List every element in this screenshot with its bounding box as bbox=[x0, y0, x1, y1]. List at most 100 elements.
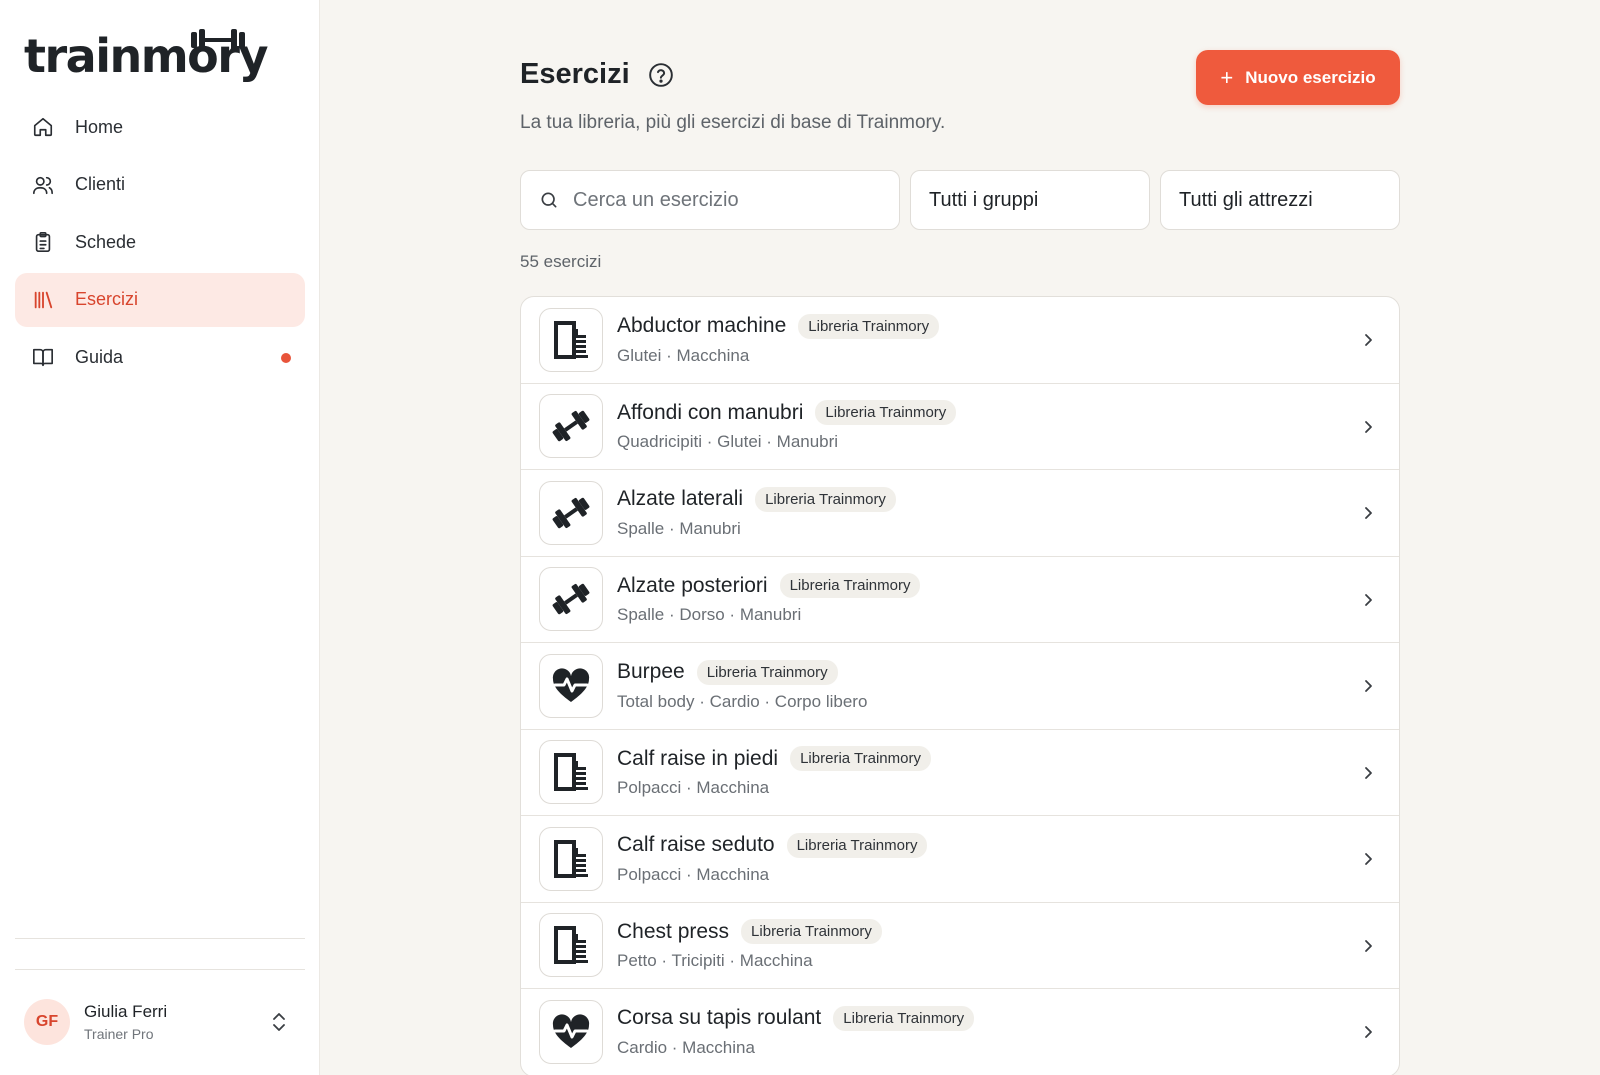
new-exercise-button[interactable]: + Nuovo esercizio bbox=[1196, 50, 1400, 105]
chevron-right-icon bbox=[1365, 766, 1372, 779]
exercise-meta: Polpacci · Macchina bbox=[617, 778, 770, 798]
exercise-title-line: Affondi con manubri Libreria Trainmory bbox=[617, 400, 1381, 426]
exercise-row[interactable]: Calf raise seduto Libreria Trainmory Pol… bbox=[521, 816, 1399, 903]
exercise-row[interactable]: Corsa su tapis roulant Libreria Trainmor… bbox=[521, 989, 1399, 1075]
exercise-name: Chest press bbox=[617, 919, 730, 943]
exercise-meta: Cardio · Macchina bbox=[617, 1037, 755, 1057]
library-badge: Libreria Trainmory bbox=[815, 400, 957, 426]
exercise-title-line: Burpee Libreria Trainmory bbox=[617, 659, 1381, 685]
exercise-name: Alzate laterali bbox=[617, 487, 744, 511]
exercise-row[interactable]: Burpee Libreria Trainmory Total body · C… bbox=[521, 643, 1399, 730]
book-icon bbox=[31, 345, 55, 369]
exercise-title-line: Alzate laterali Libreria Trainmory bbox=[617, 486, 1381, 512]
library-badge: Libreria Trainmory bbox=[755, 486, 896, 512]
exercise-row[interactable]: Affondi con manubri Libreria Trainmory Q… bbox=[521, 384, 1399, 470]
chevron-right-icon bbox=[1365, 593, 1372, 606]
search-placeholder: Cerca un esercizio bbox=[573, 188, 739, 211]
exercise-title-line: Calf raise in piedi Libreria Trainmory bbox=[617, 746, 1381, 772]
library-badge: Libreria Trainmory bbox=[833, 1005, 975, 1031]
exercise-name: Calf raise seduto bbox=[617, 833, 775, 857]
dumbbell-icon bbox=[552, 497, 590, 528]
heart-pulse-icon bbox=[552, 1014, 590, 1048]
exercise-row[interactable]: Alzate posteriori Libreria Trainmory Spa… bbox=[521, 557, 1399, 643]
exercise-meta: Quadricipiti · Glutei · Manubri bbox=[617, 432, 839, 452]
exercise-text: Affondi con manubri Libreria Trainmory Q… bbox=[617, 400, 1381, 452]
chevron-right-icon bbox=[1365, 334, 1372, 346]
sidebar-item-guida[interactable]: Guida bbox=[15, 330, 305, 384]
exercise-text: Calf raise seduto Libreria Trainmory Pol… bbox=[617, 832, 1381, 885]
user-menu[interactable]: GF Giulia Ferri Trainer Pro bbox=[24, 998, 299, 1046]
sidebar-item-label: Schede bbox=[75, 231, 137, 252]
exercise-icon-box bbox=[539, 480, 603, 545]
muscle-group-select[interactable]: Tutti i gruppi bbox=[910, 170, 1150, 230]
exercise-count: 55 esercizi bbox=[520, 252, 602, 271]
library-badge: Libreria Trainmory bbox=[790, 746, 931, 772]
barbell-logo-icon bbox=[191, 29, 245, 51]
library-icon bbox=[31, 288, 55, 312]
sidebar-item-label: Esercizi bbox=[75, 289, 139, 309]
user-name: Giulia Ferri bbox=[84, 1002, 168, 1021]
plus-icon: + bbox=[1220, 64, 1234, 90]
exercise-icon-box bbox=[539, 740, 603, 805]
exercise-row[interactable]: Alzate laterali Libreria Trainmory Spall… bbox=[521, 470, 1399, 557]
exercise-name: Alzate posteriori bbox=[617, 573, 768, 597]
exercise-row[interactable]: Abductor machine Libreria Trainmory Glut… bbox=[521, 297, 1399, 384]
exercise-icon-box bbox=[539, 567, 603, 632]
user-role: Trainer Pro bbox=[84, 1026, 154, 1042]
library-badge: Libreria Trainmory bbox=[741, 919, 882, 945]
machine-icon bbox=[554, 753, 588, 792]
exercise-meta: Polpacci · Macchina bbox=[617, 864, 770, 884]
exercise-meta: Glutei · Macchina bbox=[617, 345, 750, 365]
exercise-title-line: Chest press Libreria Trainmory bbox=[617, 919, 1381, 945]
exercise-row[interactable]: Chest press Libreria Trainmory Petto · T… bbox=[521, 903, 1399, 989]
machine-icon bbox=[554, 320, 588, 359]
exercise-title-line: Alzate posteriori Libreria Trainmory bbox=[617, 573, 1381, 599]
machine-icon bbox=[554, 839, 588, 878]
library-badge: Libreria Trainmory bbox=[696, 659, 838, 685]
home-icon bbox=[31, 115, 55, 139]
library-badge: Libreria Trainmory bbox=[779, 573, 921, 599]
search-input[interactable]: Cerca un esercizio bbox=[520, 170, 900, 230]
sidebar-item-label: Clienti bbox=[75, 174, 126, 194]
page-title-text: Esercizi bbox=[520, 58, 630, 90]
muscle-group-value: Tutti i gruppi bbox=[929, 188, 1039, 211]
exercise-text: Burpee Libreria Trainmory Total body · C… bbox=[617, 659, 1381, 712]
chevron-right-icon bbox=[1365, 939, 1372, 952]
page-title: Esercizi bbox=[520, 58, 674, 91]
exercise-icon-box bbox=[539, 307, 603, 372]
sidebar-item-esercizi[interactable]: Esercizi bbox=[15, 272, 305, 327]
users-icon bbox=[31, 173, 55, 197]
library-badge: Libreria Trainmory bbox=[786, 832, 928, 858]
equipment-value: Tutti gli attrezzi bbox=[1179, 188, 1313, 211]
search-icon bbox=[541, 192, 557, 208]
sidebar-item-schede[interactable]: Schede bbox=[15, 215, 305, 269]
page-subtitle: La tua libreria, più gli esercizi di bas… bbox=[520, 112, 946, 133]
chevron-right-icon bbox=[1365, 853, 1372, 865]
exercise-row[interactable]: Calf raise in piedi Libreria Trainmory P… bbox=[521, 730, 1399, 816]
exercise-title-line: Calf raise seduto Libreria Trainmory bbox=[617, 832, 1381, 858]
dumbbell-icon bbox=[552, 584, 590, 615]
exercise-name: Burpee bbox=[617, 660, 685, 684]
sidebar-divider bbox=[15, 938, 305, 939]
sidebar-divider bbox=[15, 969, 305, 970]
exercise-text: Alzate laterali Libreria Trainmory Spall… bbox=[617, 486, 1381, 539]
exercise-title-line: Corsa su tapis roulant Libreria Trainmor… bbox=[617, 1005, 1381, 1031]
exercise-name: Abductor machine bbox=[617, 314, 787, 338]
sidebar-nav: Home Clienti Schede Esercizi Guida bbox=[15, 100, 305, 388]
new-exercise-label: Nuovo esercizio bbox=[1245, 67, 1376, 87]
exercise-text: Abductor machine Libreria Trainmory Glut… bbox=[617, 313, 1381, 366]
chevron-right-icon bbox=[1365, 1026, 1372, 1038]
exercise-icon-box bbox=[539, 999, 603, 1064]
equipment-select[interactable]: Tutti gli attrezzi bbox=[1160, 170, 1400, 230]
sidebar-item-home[interactable]: Home bbox=[15, 100, 305, 154]
exercise-icon-box bbox=[539, 826, 603, 891]
exercise-text: Chest press Libreria Trainmory Petto · T… bbox=[617, 919, 1381, 971]
exercise-list: Abductor machine Libreria Trainmory Glut… bbox=[520, 296, 1400, 1075]
logo[interactable]: trainmory bbox=[24, 28, 268, 84]
sidebar-item-clienti[interactable]: Clienti bbox=[15, 158, 305, 212]
exercise-text: Alzate posteriori Libreria Trainmory Spa… bbox=[617, 573, 1381, 625]
user-info: Giulia Ferri Trainer Pro bbox=[84, 1002, 167, 1042]
exercise-name: Corsa su tapis roulant bbox=[617, 1006, 822, 1030]
library-badge: Libreria Trainmory bbox=[798, 313, 940, 339]
help-icon[interactable] bbox=[648, 62, 674, 88]
